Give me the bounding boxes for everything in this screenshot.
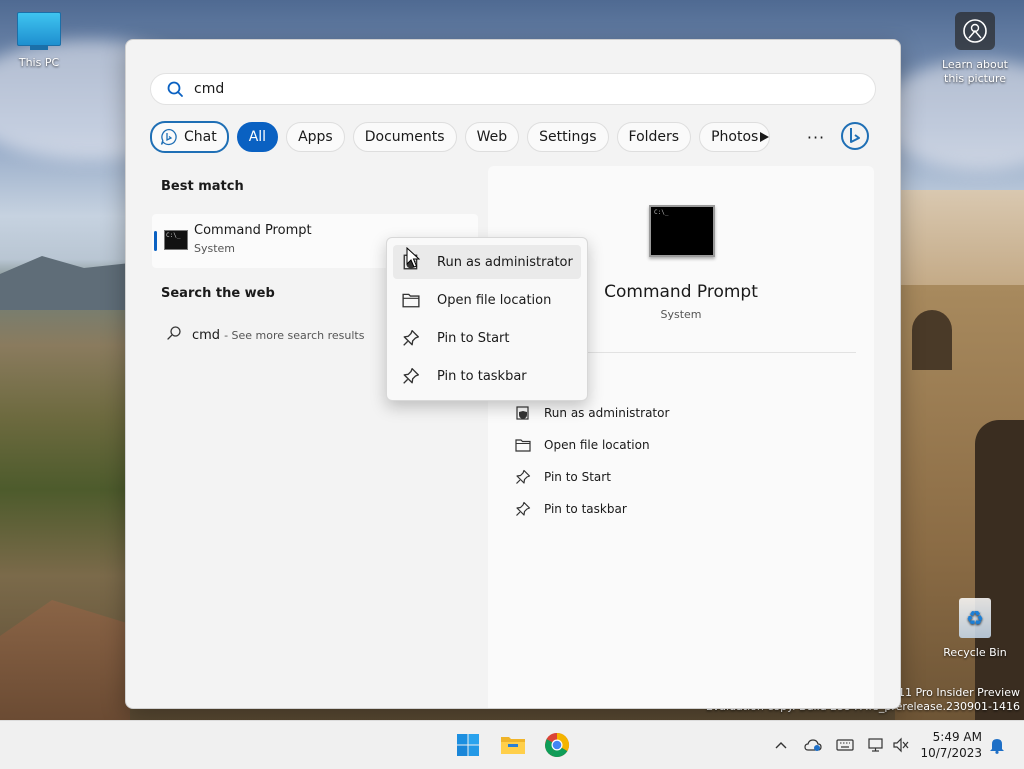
filter-apps[interactable]: Apps bbox=[286, 122, 345, 152]
search-web-heading: Search the web bbox=[161, 286, 275, 301]
notification-bell-icon[interactable] bbox=[987, 735, 1007, 755]
wallpaper-arch bbox=[975, 420, 1024, 720]
chrome-icon bbox=[545, 733, 570, 758]
filter-all[interactable]: All bbox=[236, 122, 279, 152]
filter-folders[interactable]: Folders bbox=[616, 122, 692, 152]
desktop-icon-label: Recycle Bin bbox=[943, 646, 1007, 659]
result-subtitle: System bbox=[194, 242, 236, 255]
pin-icon bbox=[514, 468, 532, 486]
context-pin-to-taskbar[interactable]: Pin to taskbar bbox=[393, 359, 581, 393]
pin-icon bbox=[401, 328, 421, 348]
context-open-file-location[interactable]: Open file location bbox=[393, 283, 581, 317]
wallpaper-mountain bbox=[0, 256, 140, 310]
show-hidden-icons-chevron-up-icon[interactable] bbox=[771, 735, 791, 755]
context-item-label: Open file location bbox=[437, 292, 552, 308]
start-button[interactable] bbox=[452, 729, 484, 761]
monitor-stand bbox=[30, 46, 48, 50]
context-item-label: Pin to taskbar bbox=[437, 368, 527, 384]
bing-icon[interactable] bbox=[839, 120, 871, 152]
folder-icon bbox=[514, 436, 532, 454]
filter-documents[interactable]: Documents bbox=[352, 122, 457, 152]
desktop-icon-learn-about-picture[interactable]: Learn about this picture bbox=[940, 12, 1010, 86]
command-prompt-icon bbox=[164, 230, 188, 250]
context-item-label: Pin to Start bbox=[437, 330, 510, 346]
taskbar-clock[interactable]: 5:49 AM 10/7/2023 bbox=[912, 729, 982, 761]
chrome-button[interactable] bbox=[541, 729, 573, 761]
wallpaper-town bbox=[895, 190, 1024, 290]
filter-web[interactable]: Web bbox=[464, 122, 520, 152]
desktop-icon-label: This PC bbox=[18, 56, 60, 69]
filter-chat-button[interactable]: Chat bbox=[150, 121, 229, 153]
command-prompt-large-icon bbox=[649, 205, 715, 257]
windows-logo-icon bbox=[457, 734, 479, 756]
play-icon[interactable] bbox=[753, 126, 775, 148]
web-search-more: - See more search results bbox=[224, 328, 365, 342]
monitor-icon bbox=[17, 12, 61, 46]
onedrive-cloud-icon[interactable] bbox=[803, 735, 823, 755]
wallpaper-arch bbox=[912, 310, 952, 370]
clock-date: 10/7/2023 bbox=[920, 746, 982, 760]
context-item-label: Run as administrator bbox=[437, 254, 573, 270]
wallpaper-cliff bbox=[0, 600, 130, 720]
pin-icon bbox=[401, 366, 421, 386]
action-pin-to-taskbar[interactable]: Pin to taskbar bbox=[514, 500, 627, 518]
action-label: Open file location bbox=[544, 438, 650, 452]
desktop-icon-label: Learn about bbox=[942, 58, 1008, 71]
bing-chat-icon bbox=[160, 128, 177, 146]
search-icon bbox=[165, 79, 185, 99]
context-run-as-administrator[interactable]: Run as administrator bbox=[393, 245, 581, 279]
action-label: Pin to taskbar bbox=[544, 502, 627, 516]
camera-icon bbox=[955, 12, 995, 50]
recycle-bin-icon: ♻ bbox=[959, 598, 991, 638]
action-open-file-location[interactable]: Open file location bbox=[514, 436, 650, 454]
desktop-icon-this-pc[interactable]: This PC bbox=[4, 12, 74, 69]
action-run-as-administrator[interactable]: Run as administrator bbox=[514, 404, 669, 422]
volume-muted-icon[interactable] bbox=[891, 735, 911, 755]
search-filters: Chat All Apps Documents Web Settings Fol… bbox=[150, 120, 778, 154]
taskbar: 5:49 AM 10/7/2023 bbox=[0, 720, 1024, 769]
filter-settings[interactable]: Settings bbox=[527, 122, 609, 152]
filter-chat-label: Chat bbox=[184, 129, 217, 145]
folder-icon bbox=[401, 290, 421, 310]
web-search-query: cmd bbox=[192, 327, 221, 343]
folder-icon bbox=[501, 737, 525, 754]
context-pin-to-start[interactable]: Pin to Start bbox=[393, 321, 581, 355]
action-pin-to-start[interactable]: Pin to Start bbox=[514, 468, 611, 486]
network-icon[interactable] bbox=[866, 735, 886, 755]
search-input[interactable]: cmd bbox=[194, 81, 224, 97]
pin-icon bbox=[514, 500, 532, 518]
clock-time: 5:49 AM bbox=[932, 730, 982, 744]
best-match-heading: Best match bbox=[161, 179, 244, 194]
selection-indicator bbox=[154, 231, 157, 251]
result-title: Command Prompt bbox=[194, 223, 312, 238]
search-icon bbox=[166, 325, 182, 345]
action-label: Pin to Start bbox=[544, 470, 611, 484]
desktop-icon-recycle-bin[interactable]: ♻ Recycle Bin bbox=[940, 598, 1010, 659]
action-label: Run as administrator bbox=[544, 406, 670, 420]
file-explorer-button[interactable] bbox=[497, 729, 529, 761]
web-search-result[interactable]: cmd - See more search results bbox=[166, 325, 364, 345]
desktop-icon-label: this picture bbox=[944, 72, 1006, 85]
mouse-pointer-icon bbox=[406, 247, 420, 268]
shield-icon bbox=[514, 404, 532, 422]
search-box[interactable]: cmd bbox=[150, 73, 876, 105]
keyboard-icon[interactable] bbox=[835, 735, 855, 755]
more-options-icon[interactable]: ··· bbox=[805, 126, 827, 148]
